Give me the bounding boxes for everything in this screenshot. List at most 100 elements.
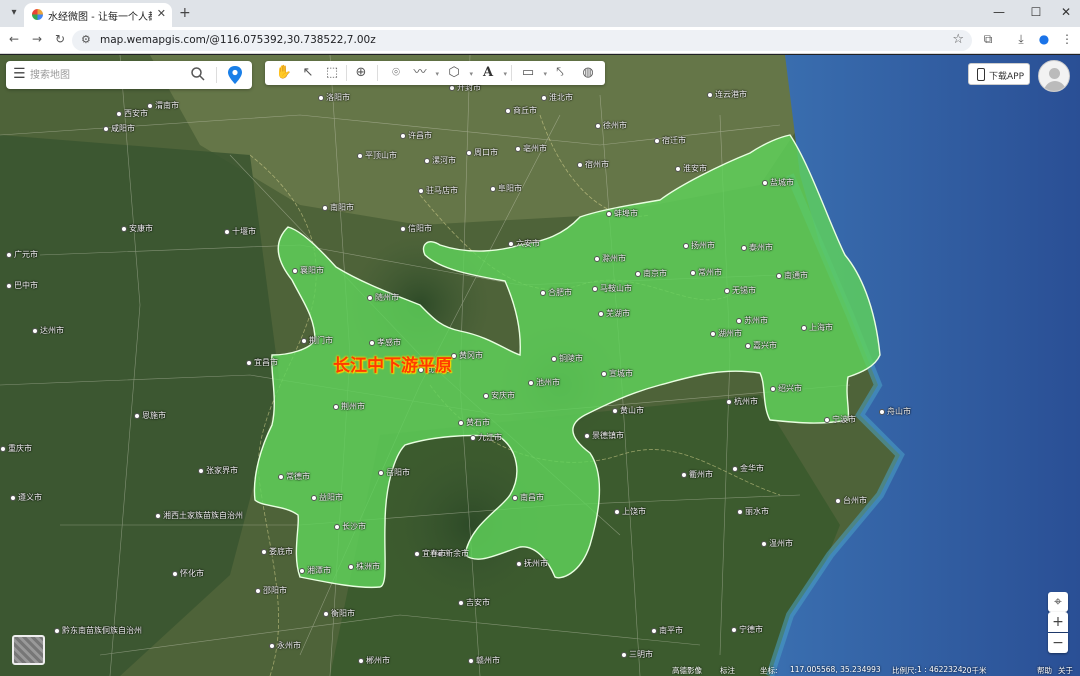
place-label[interactable]: 苏州市 (736, 315, 768, 326)
place-label[interactable]: 常州市 (690, 267, 722, 278)
place-label[interactable]: 商丘市 (505, 105, 537, 116)
place-label[interactable]: 滁州市 (594, 253, 626, 264)
place-label[interactable]: 宜昌市 (246, 357, 278, 368)
place-label[interactable]: 无锡市 (724, 285, 756, 296)
place-label[interactable]: 巴中市 (6, 280, 38, 291)
user-avatar[interactable] (1038, 60, 1070, 92)
place-label[interactable]: 邵阳市 (255, 585, 287, 596)
place-label[interactable]: 荆门市 (301, 335, 333, 346)
forward-icon[interactable]: → (29, 32, 45, 46)
place-label[interactable]: 南通市 (776, 270, 808, 281)
place-label[interactable]: 杭州市 (726, 396, 758, 407)
locate-me-icon[interactable]: ⌖ (1048, 592, 1068, 612)
browser-menu-icon[interactable]: ⋮ (1059, 32, 1075, 46)
place-label[interactable]: 上饶市 (614, 506, 646, 517)
place-label[interactable]: 信阳市 (400, 223, 432, 234)
place-label[interactable]: 漯河市 (424, 155, 456, 166)
extensions-icon[interactable]: ⧉ (980, 32, 996, 47)
place-label[interactable]: 平顶山市 (357, 150, 397, 161)
place-label[interactable]: 南平市 (651, 625, 683, 636)
place-label[interactable]: 怀化市 (172, 568, 204, 579)
place-label[interactable]: 台州市 (835, 495, 867, 506)
place-label[interactable]: 恩施市 (134, 410, 166, 421)
tab-close-icon[interactable]: ✕ (157, 7, 166, 20)
zoom-search-icon[interactable]: ⊕ (350, 64, 372, 82)
place-label[interactable]: 亳州市 (515, 143, 547, 154)
place-label[interactable]: 徐州市 (595, 120, 627, 131)
zoom-out-button[interactable]: − (1048, 633, 1068, 653)
select-pointer-icon[interactable]: ↖ (297, 64, 319, 82)
place-label[interactable]: 达州市 (32, 325, 64, 336)
tab-search-icon[interactable]: ▾ (5, 5, 23, 21)
place-label[interactable]: 随州市 (367, 292, 399, 303)
place-label[interactable]: 西安市 (116, 108, 148, 119)
place-label[interactable]: 金华市 (732, 463, 764, 474)
download-app-button[interactable]: 下载APP (968, 63, 1030, 85)
place-label[interactable]: 咸阳市 (103, 123, 135, 134)
place-label[interactable]: 渭南市 (147, 100, 179, 111)
pan-hand-icon[interactable]: ✋ (273, 64, 295, 82)
place-label[interactable]: 丽水市 (737, 506, 769, 517)
address-url[interactable]: map.wemapgis.com/@116.075392,30.738522,7… (100, 34, 376, 46)
place-label[interactable]: 六安市 (508, 238, 540, 249)
place-label[interactable]: 广元市 (6, 249, 38, 260)
place-label[interactable]: 黄石市 (458, 417, 490, 428)
reload-icon[interactable]: ↻ (52, 32, 68, 46)
place-label[interactable]: 温州市 (761, 538, 793, 549)
place-label[interactable]: 南昌市 (512, 492, 544, 503)
place-label[interactable]: 蚌埠市 (606, 208, 638, 219)
minimize-icon[interactable]: — (990, 5, 1008, 19)
polyline-icon[interactable]: 〰 (409, 64, 439, 83)
place-label[interactable]: 宣城市 (601, 368, 633, 379)
basemap-switcher[interactable] (12, 635, 45, 665)
place-label[interactable]: 重庆市 (0, 443, 32, 454)
place-label[interactable]: 阜阳市 (490, 183, 522, 194)
map-canvas[interactable]: 渭南市 洛阳市 开封市 商丘市 淮北市 徐州市 宿迁市 连云港市 西安市 咸阳市 许昌市 周口市 亳州市… (0, 55, 1080, 676)
place-label[interactable]: 湖州市 (710, 328, 742, 339)
map-search-input[interactable] (30, 67, 190, 83)
place-label[interactable]: 池州市 (528, 377, 560, 388)
window-close-icon[interactable]: ✕ (1057, 5, 1075, 19)
place-label[interactable]: 周口市 (466, 147, 498, 158)
help-link[interactable]: 帮助 (1037, 665, 1052, 676)
place-label[interactable]: 舟山市 (879, 406, 911, 417)
place-label[interactable]: 湘潭市 (299, 565, 331, 576)
place-label[interactable]: 衡阳市 (323, 608, 355, 619)
place-label[interactable]: 上海市 (801, 322, 833, 333)
pointer-plus-icon[interactable]: ⤣ (549, 64, 571, 82)
place-label[interactable]: 宁波市 (824, 414, 856, 425)
place-label[interactable]: 张家界市 (198, 465, 238, 476)
place-label[interactable]: 连云港市 (707, 89, 747, 100)
place-label[interactable]: 合肥市 (540, 287, 572, 298)
place-label[interactable]: 株洲市 (348, 561, 380, 572)
place-label[interactable]: 遵义市 (10, 492, 42, 503)
place-label[interactable]: 铜陵市 (551, 353, 583, 364)
site-info-icon[interactable]: ⚙ (81, 33, 91, 46)
place-label[interactable]: 荆州市 (333, 401, 365, 412)
place-label[interactable]: 马鞍山市 (592, 283, 632, 294)
place-label[interactable]: 南京市 (635, 268, 667, 279)
place-label[interactable]: 洛阳市 (318, 92, 350, 103)
place-label[interactable]: 黄冈市 (451, 350, 483, 361)
place-label[interactable]: 吉安市 (458, 597, 490, 608)
ruler-measure-icon[interactable]: ▭ (517, 64, 547, 83)
place-label[interactable]: 淮北市 (541, 92, 573, 103)
place-label[interactable]: 淮安市 (675, 163, 707, 174)
download-icon[interactable]: ⤓ (1013, 32, 1029, 47)
profile-icon[interactable]: ● (1036, 32, 1052, 46)
place-label[interactable]: 岳阳市 (378, 467, 410, 478)
zoom-in-button[interactable]: + (1048, 612, 1068, 632)
place-label[interactable]: 衢州市 (681, 469, 713, 480)
place-label[interactable]: 泰州市 (741, 242, 773, 253)
place-label[interactable]: 九江市 (470, 432, 502, 443)
place-label[interactable]: 绍兴市 (770, 383, 802, 394)
place-label[interactable]: 驻马店市 (418, 185, 458, 196)
location-pin-icon[interactable] (226, 65, 244, 85)
place-label[interactable]: 益阳市 (311, 492, 343, 503)
label-toggle[interactable]: 标注 (720, 665, 735, 676)
place-label[interactable]: 三明市 (621, 649, 653, 660)
place-label[interactable]: 宁德市 (731, 624, 763, 635)
place-label[interactable]: 长沙市 (334, 521, 366, 532)
search-icon[interactable] (190, 66, 206, 82)
address-bar[interactable]: ⚙ map.wemapgis.com/@116.075392,30.738522… (72, 30, 972, 51)
